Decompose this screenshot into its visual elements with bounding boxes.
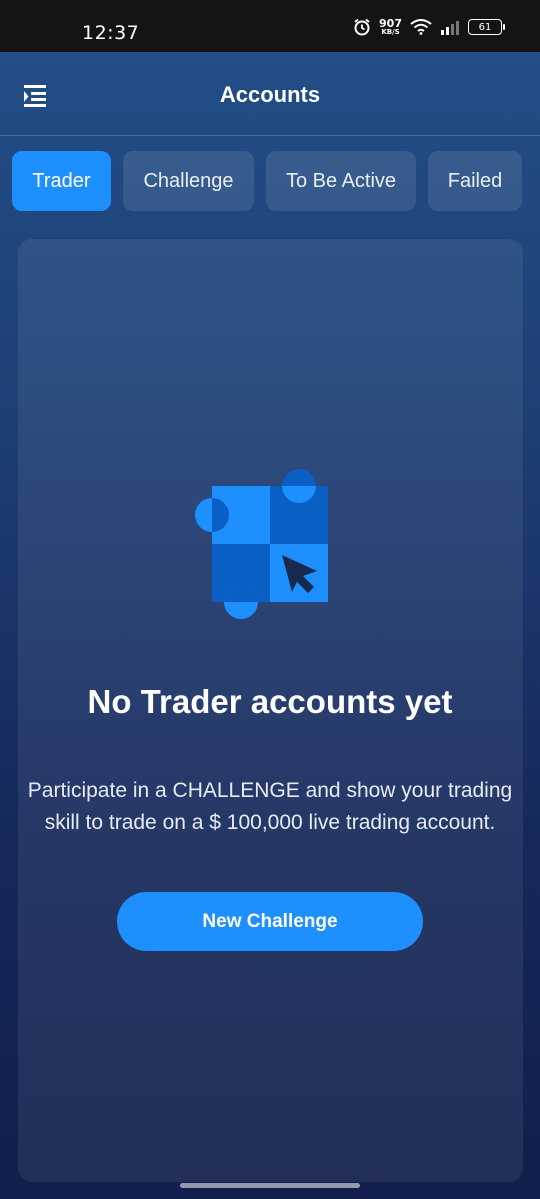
status-bar: 12:37 907 KB/S 61: [0, 0, 540, 52]
net-speed-unit: KB/S: [381, 28, 400, 36]
puzzle-cursor-icon: [195, 469, 328, 619]
empty-state-title: No Trader accounts yet: [87, 683, 453, 720]
signal-icon: [441, 21, 459, 35]
tab-to-be-active[interactable]: To Be Active: [266, 151, 416, 211]
wifi-icon: [410, 19, 432, 35]
status-time: 12:37: [82, 22, 140, 44]
battery-level: 61: [478, 21, 492, 33]
tab-challenge[interactable]: Challenge: [123, 151, 254, 211]
alarm-icon: [354, 18, 370, 36]
new-challenge-button[interactable]: New Challenge: [117, 892, 423, 951]
status-icons: 907 KB/S 61: [353, 18, 505, 36]
battery-icon: 61: [468, 19, 505, 35]
home-indicator[interactable]: [180, 1183, 360, 1188]
network-speed: 907 KB/S: [379, 18, 402, 36]
tab-trader[interactable]: Trader: [12, 151, 111, 211]
empty-state-description: Participate in a CHALLENGE and show your…: [27, 779, 513, 834]
account-tabs: Trader Challenge To Be Active Failed: [12, 151, 522, 211]
tab-failed[interactable]: Failed: [428, 151, 522, 211]
app-header: Accounts: [0, 52, 540, 136]
page-title: Accounts: [219, 82, 321, 107]
